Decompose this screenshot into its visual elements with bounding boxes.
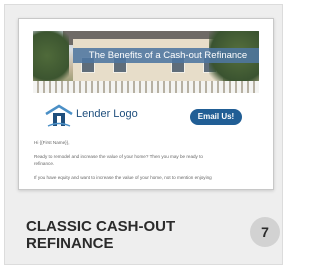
email-body-line: Ready to remodel and increase the value … [34, 154, 203, 159]
template-title-line: CLASSIC CASH-OUT [26, 218, 176, 235]
hero-image: The Benefits of a Cash-out Refinance [33, 31, 259, 93]
picket-fence [33, 81, 259, 93]
email-body-line: refinance. [34, 161, 55, 166]
lender-logo-text: Lender Logo [76, 108, 138, 120]
count-badge: 7 [250, 217, 280, 247]
lender-logo: Lender Logo [44, 104, 154, 128]
email-body-line: If you have equity and want to increase … [34, 175, 212, 180]
template-title-line: REFINANCE [26, 235, 114, 252]
template-card[interactable]: The Benefits of a Cash-out Refinance Len… [4, 4, 283, 265]
email-us-button: Email Us! [190, 109, 242, 125]
lender-logo-icon [45, 104, 73, 127]
preview-banner-text: The Benefits of a Cash-out Refinance [73, 48, 259, 63]
email-greeting: Hi {{First Name}}, [34, 140, 70, 145]
template-title[interactable]: CLASSIC CASH-OUT REFINANCE [26, 218, 226, 252]
email-preview-thumbnail[interactable]: The Benefits of a Cash-out Refinance Len… [18, 18, 274, 190]
